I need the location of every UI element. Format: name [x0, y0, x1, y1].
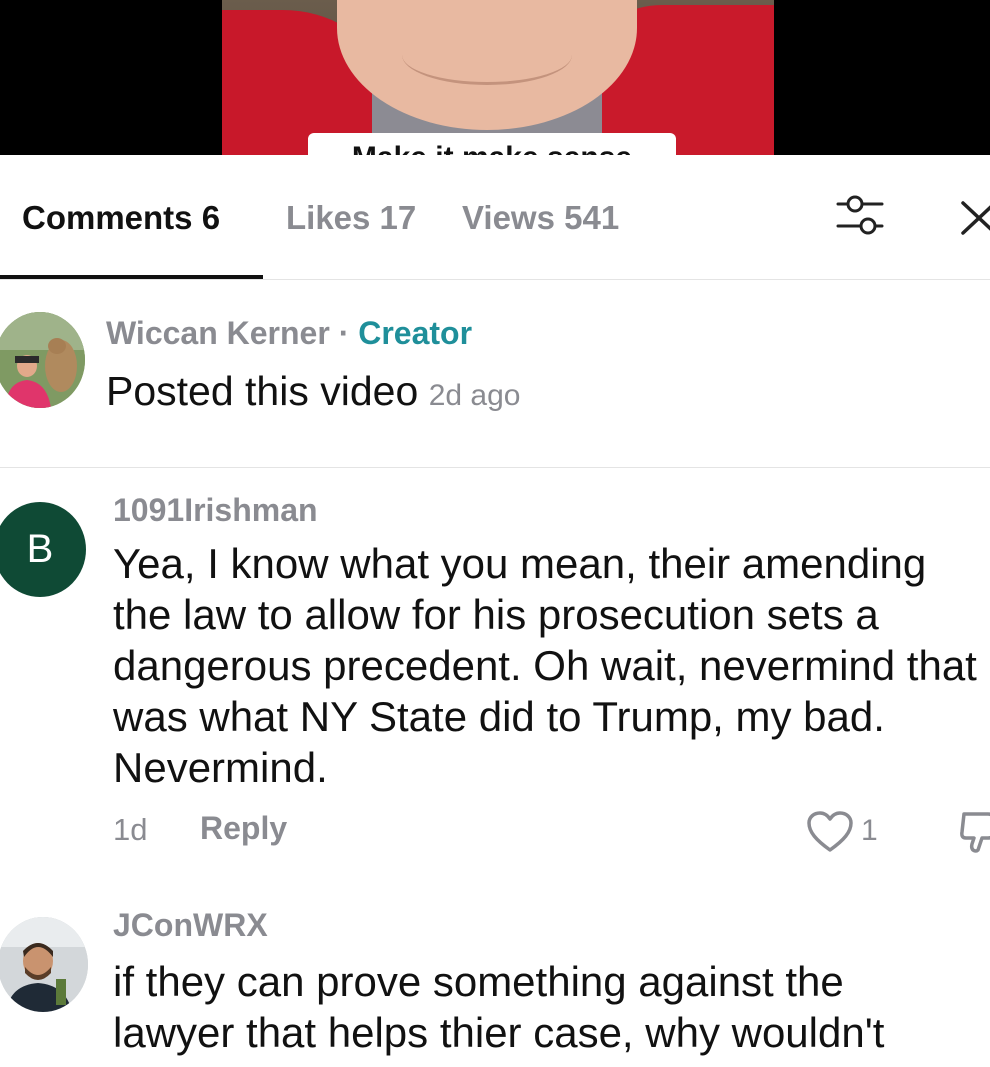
- creator-badge: Creator: [358, 315, 473, 351]
- comment-text-line: lawyer that helps thier case, why wouldn…: [113, 1009, 885, 1056]
- comment-username[interactable]: 1091Irishman: [113, 492, 318, 529]
- close-icon[interactable]: [958, 196, 990, 236]
- avatar[interactable]: [0, 917, 88, 1012]
- like-count: 1: [861, 814, 878, 847]
- comment-text: Yea, I know what you mean, their amendin…: [113, 540, 977, 791]
- creator-avatar-image: [0, 312, 85, 408]
- comment-text-line: if they can prove something against the: [113, 958, 844, 1005]
- creator-post-text: Posted this video: [106, 368, 419, 414]
- video-preview[interactable]: Make it make sense: [0, 0, 990, 155]
- sliders-icon[interactable]: [835, 190, 885, 240]
- avatar-image: [0, 917, 88, 1012]
- thumb-down-icon[interactable]: [958, 808, 990, 854]
- tab-comments[interactable]: Comments 6: [22, 199, 220, 237]
- video-thumbnail: [222, 0, 774, 155]
- creator-avatar[interactable]: [0, 312, 85, 408]
- video-caption-text: Make it make sense: [308, 141, 676, 155]
- video-chin-shadow: [402, 25, 572, 85]
- comment-username[interactable]: JConWRX: [113, 907, 268, 944]
- comment-time: 1d: [113, 812, 148, 847]
- reply-button[interactable]: Reply: [200, 810, 287, 847]
- creator-post-time: 2d ago: [428, 379, 521, 412]
- section-divider: [0, 467, 990, 468]
- heart-outline-icon[interactable]: [806, 810, 854, 854]
- creator-header: Wiccan Kerner · Creator: [106, 315, 472, 352]
- tab-likes[interactable]: Likes 17: [286, 199, 416, 237]
- avatar[interactable]: B: [0, 502, 86, 597]
- comment-text: if they can prove something against the …: [113, 956, 990, 1058]
- video-caption: Make it make sense: [308, 133, 676, 155]
- active-tab-indicator: [0, 275, 263, 279]
- tab-views[interactable]: Views 541: [462, 199, 619, 237]
- creator-post-row: Posted this video 2d ago: [106, 368, 520, 415]
- creator-name[interactable]: Wiccan Kerner: [106, 315, 330, 351]
- separator-dot: ·: [338, 315, 350, 351]
